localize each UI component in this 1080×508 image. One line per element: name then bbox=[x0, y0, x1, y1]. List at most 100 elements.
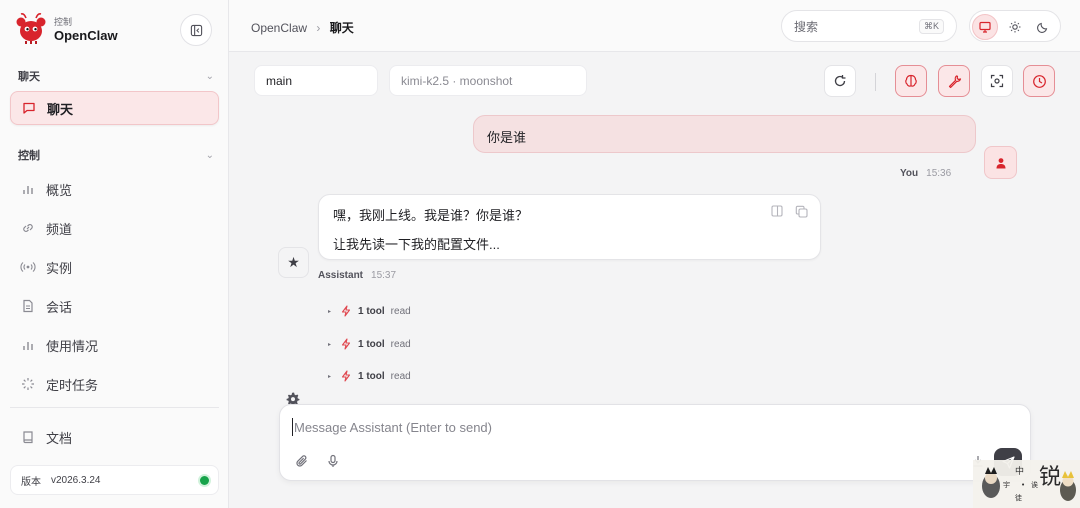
radio-signal-icon bbox=[20, 259, 36, 275]
sidebar-item-overview[interactable]: 概览 bbox=[10, 172, 219, 206]
lightning-icon bbox=[341, 370, 351, 382]
session-value: main bbox=[266, 73, 293, 88]
control-section-header[interactable]: 控制 ⌄ bbox=[18, 147, 214, 163]
tool-call-row[interactable]: ▸ 1 tool read bbox=[328, 368, 411, 384]
star-icon: ★ bbox=[287, 254, 300, 270]
theme-system-button[interactable] bbox=[972, 14, 998, 40]
refresh-icon bbox=[834, 75, 846, 87]
sidebar-item-instances[interactable]: 实例 bbox=[10, 250, 219, 284]
svg-text:•: • bbox=[1021, 481, 1025, 489]
sidebar-item-label: 使用情况 bbox=[46, 338, 99, 354]
tool-name: read bbox=[390, 338, 411, 350]
version-label: 版本 bbox=[21, 476, 41, 488]
copy-icon[interactable] bbox=[795, 205, 808, 218]
online-status-dot bbox=[200, 476, 209, 485]
collapse-sidebar-button[interactable] bbox=[180, 14, 212, 46]
user-icon bbox=[996, 157, 1005, 168]
brand-name: OpenClaw bbox=[54, 28, 118, 43]
sidebar-divider bbox=[10, 407, 219, 408]
sidebar-item-label: 频道 bbox=[46, 221, 73, 237]
split-view-icon[interactable] bbox=[771, 205, 783, 217]
monitor-icon bbox=[979, 21, 991, 33]
book-icon bbox=[20, 429, 36, 445]
attach-button[interactable] bbox=[292, 451, 312, 471]
moon-icon bbox=[1037, 22, 1048, 33]
link-icon bbox=[20, 220, 36, 236]
message-composer bbox=[279, 404, 1031, 481]
sidebar-item-label: 概览 bbox=[46, 182, 73, 198]
breadcrumb-current: 聊天 bbox=[329, 21, 354, 35]
message-time: 15:37 bbox=[371, 270, 397, 281]
sidebar-item-cron[interactable]: 定时任务 bbox=[10, 367, 219, 401]
history-button[interactable] bbox=[1023, 65, 1055, 97]
brain-icon bbox=[905, 74, 917, 87]
caret-right-icon: ▸ bbox=[328, 341, 332, 348]
search-shortcut: ⌘K bbox=[918, 19, 944, 34]
thinking-toggle-button[interactable] bbox=[895, 65, 927, 97]
user-message-bubble: 你是谁 bbox=[473, 115, 976, 153]
tool-count: 1 tool bbox=[358, 305, 385, 317]
breadcrumb: OpenClaw › 聊天 bbox=[251, 19, 354, 36]
sidebar-item-label: 聊天 bbox=[47, 101, 74, 117]
user-message-text: 你是谁 bbox=[487, 130, 527, 145]
version-indicator: 版本 v2026.3.24 bbox=[10, 465, 219, 495]
sidebar-item-label: 定时任务 bbox=[46, 377, 99, 393]
microphone-icon bbox=[328, 454, 338, 467]
tool-count: 1 tool bbox=[358, 370, 385, 382]
chat-section-title: 聊天 bbox=[18, 71, 40, 83]
sidebar-item-usage[interactable]: 使用情况 bbox=[10, 328, 219, 362]
theme-light-button[interactable] bbox=[1002, 14, 1028, 40]
bar-chart-icon bbox=[20, 181, 36, 197]
sun-icon bbox=[1009, 21, 1021, 33]
search-input[interactable]: 搜索 ⌘K bbox=[781, 10, 957, 42]
toolbar-divider bbox=[875, 73, 876, 91]
caret-right-icon: ▸ bbox=[328, 373, 332, 380]
loader-icon bbox=[20, 376, 36, 392]
bar-chart-icon bbox=[20, 337, 36, 353]
svg-text:宇: 宇 bbox=[1003, 480, 1010, 489]
tool-call-row[interactable]: ▸ 1 tool read bbox=[328, 303, 411, 319]
sidebar-item-docs[interactable]: 文档 bbox=[10, 420, 219, 454]
sidebar-item-channels[interactable]: 频道 bbox=[10, 211, 219, 245]
tool-name: read bbox=[390, 305, 411, 317]
model-select[interactable]: kimi-k2.5 · moonshot bbox=[389, 65, 587, 96]
chat-section-header[interactable]: 聊天 ⌄ bbox=[18, 68, 214, 84]
chevron-down-icon: ⌄ bbox=[205, 70, 214, 82]
sidebar-toggle-icon bbox=[190, 24, 202, 36]
sidebar: 控制 OpenClaw 聊天 ⌄ 聊天 控制 ⌄ 概览 频道 实例 会话 使用情… bbox=[0, 0, 229, 508]
assistant-message-line: 嘿，我刚上线。我是谁？你是谁？ bbox=[333, 208, 529, 223]
focus-icon bbox=[990, 74, 1004, 88]
tool-count: 1 tool bbox=[358, 338, 385, 350]
lobster-logo-icon bbox=[16, 13, 46, 44]
wrench-icon bbox=[948, 74, 961, 88]
session-select[interactable]: main bbox=[254, 65, 378, 96]
version-value: v2026.3.24 bbox=[51, 474, 101, 486]
voice-input-button[interactable] bbox=[323, 451, 343, 471]
refresh-button[interactable] bbox=[824, 65, 856, 97]
focus-mode-button[interactable] bbox=[981, 65, 1013, 97]
message-author: You bbox=[900, 168, 919, 179]
theme-dark-button[interactable] bbox=[1030, 14, 1056, 40]
tool-name: read bbox=[390, 370, 411, 382]
message-actions bbox=[771, 205, 808, 218]
sidebar-item-label: 会话 bbox=[46, 299, 73, 315]
search-placeholder: 搜索 bbox=[794, 19, 819, 34]
assistant-message-line: 让我先读一下我的配置文件... bbox=[333, 237, 500, 252]
sidebar-item-sessions[interactable]: 会话 bbox=[10, 289, 219, 323]
breadcrumb-root[interactable]: OpenClaw bbox=[251, 21, 307, 35]
user-message-meta: You 15:36 bbox=[900, 168, 951, 179]
svg-text:中: 中 bbox=[1015, 465, 1024, 477]
breadcrumb-separator: › bbox=[316, 21, 321, 35]
tools-toggle-button[interactable] bbox=[938, 65, 970, 97]
control-section-title: 控制 bbox=[18, 150, 40, 162]
lightning-icon bbox=[341, 305, 351, 317]
message-input[interactable] bbox=[292, 418, 992, 436]
sidebar-item-chat[interactable]: 聊天 bbox=[10, 91, 219, 125]
assistant-message-bubble: 嘿，我刚上线。我是谁？你是谁？ 让我先读一下我的配置文件... bbox=[318, 194, 821, 260]
user-avatar bbox=[984, 146, 1017, 179]
lightning-icon bbox=[341, 338, 351, 350]
svg-text:诶: 诶 bbox=[1031, 480, 1038, 489]
chevron-down-icon: ⌄ bbox=[205, 149, 214, 161]
svg-text:锐: 锐 bbox=[1039, 465, 1061, 490]
tool-call-row[interactable]: ▸ 1 tool read bbox=[328, 336, 411, 352]
